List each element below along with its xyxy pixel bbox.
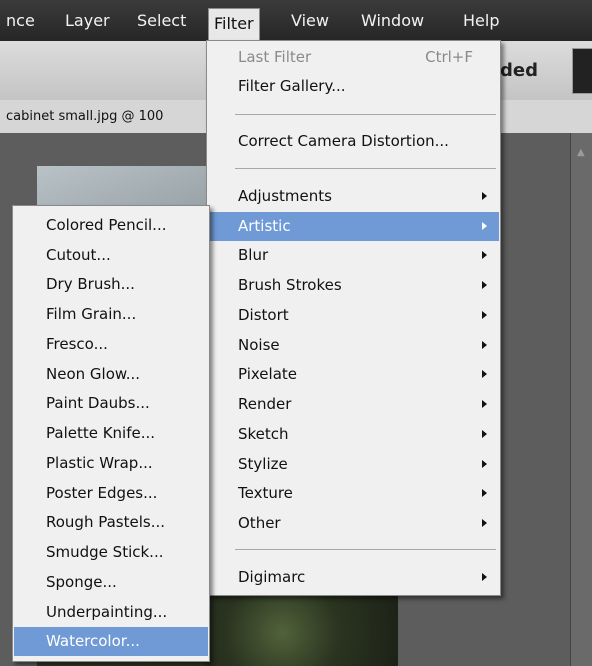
menu-item-digimarc[interactable]: Digimarc: [208, 563, 499, 592]
menu-item-texture[interactable]: Texture: [208, 479, 499, 508]
filter-menu: Last Filter Ctrl+F Filter Gallery... Cor…: [206, 40, 501, 596]
film-grain-label: Film Grain...: [46, 305, 137, 323]
paint-daubs-label: Paint Daubs...: [46, 394, 150, 412]
mode-label[interactable]: ded: [500, 41, 538, 100]
menu-filter[interactable]: Filter: [208, 8, 260, 40]
submenu-item-neon-glow[interactable]: Neon Glow...: [14, 360, 208, 389]
menu-enhance[interactable]: nce: [6, 0, 35, 41]
scroll-up-icon[interactable]: ▲: [577, 147, 585, 158]
cutout-label: Cutout...: [46, 246, 111, 264]
artistic-submenu: Colored Pencil... Cutout... Dry Brush...…: [12, 205, 210, 662]
submenu-arrow-icon: [482, 370, 487, 378]
menu-item-filter-gallery[interactable]: Filter Gallery...: [208, 72, 499, 101]
submenu-item-palette-knife[interactable]: Palette Knife...: [14, 419, 208, 448]
submenu-item-cutout[interactable]: Cutout...: [14, 241, 208, 270]
neon-glow-label: Neon Glow...: [46, 365, 141, 383]
smudge-stick-label: Smudge Stick...: [46, 543, 164, 561]
menu-item-blur[interactable]: Blur: [208, 241, 499, 270]
blur-label: Blur: [238, 246, 269, 264]
render-label: Render: [238, 395, 292, 413]
submenu-arrow-icon: [482, 222, 487, 230]
menu-item-brush-strokes[interactable]: Brush Strokes: [208, 271, 499, 300]
submenu-arrow-icon: [482, 400, 487, 408]
submenu-arrow-icon: [482, 192, 487, 200]
stylize-label: Stylize: [238, 455, 288, 473]
rough-pastels-label: Rough Pastels...: [46, 513, 166, 531]
noise-label: Noise: [238, 336, 280, 354]
menu-item-adjustments[interactable]: Adjustments: [208, 182, 499, 211]
submenu-arrow-icon: [482, 519, 487, 527]
submenu-item-poster-edges[interactable]: Poster Edges...: [14, 479, 208, 508]
menu-item-artistic[interactable]: Artistic: [208, 212, 499, 241]
menu-item-distort[interactable]: Distort: [208, 301, 499, 330]
submenu-arrow-icon: [482, 573, 487, 581]
menu-bar: nce Layer Select Filter View Window Help: [0, 0, 592, 41]
submenu-arrow-icon: [482, 251, 487, 259]
submenu-arrow-icon: [482, 341, 487, 349]
dry-brush-label: Dry Brush...: [46, 275, 135, 293]
brush-strokes-label: Brush Strokes: [238, 276, 342, 294]
distort-label: Distort: [238, 306, 289, 324]
plastic-wrap-label: Plastic Wrap...: [46, 454, 153, 472]
menu-item-last-filter: Last Filter Ctrl+F: [208, 43, 499, 72]
submenu-item-watercolor[interactable]: Watercolor...: [14, 627, 208, 656]
submenu-item-colored-pencil[interactable]: Colored Pencil...: [14, 211, 208, 240]
menu-separator: [235, 168, 496, 169]
menu-item-sketch[interactable]: Sketch: [208, 420, 499, 449]
menu-window[interactable]: Window: [361, 0, 424, 41]
correct-camera-distortion-label: Correct Camera Distortion...: [238, 132, 449, 150]
menu-separator: [235, 114, 496, 115]
submenu-arrow-icon: [482, 311, 487, 319]
digimarc-label: Digimarc: [238, 568, 306, 586]
artistic-label: Artistic: [238, 217, 291, 235]
submenu-item-rough-pastels[interactable]: Rough Pastels...: [14, 508, 208, 537]
poster-edges-label: Poster Edges...: [46, 484, 158, 502]
submenu-item-paint-daubs[interactable]: Paint Daubs...: [14, 389, 208, 418]
submenu-item-fresco[interactable]: Fresco...: [14, 330, 208, 359]
menu-item-render[interactable]: Render: [208, 390, 499, 419]
menu-layer[interactable]: Layer: [65, 0, 110, 41]
last-filter-label: Last Filter: [238, 48, 312, 66]
document-title: cabinet small.jpg @ 100: [6, 109, 164, 124]
sponge-label: Sponge...: [46, 573, 117, 591]
vertical-scrollbar[interactable]: ▲: [570, 133, 592, 666]
submenu-item-dry-brush[interactable]: Dry Brush...: [14, 270, 208, 299]
menu-help[interactable]: Help: [463, 0, 499, 41]
menu-view[interactable]: View: [291, 0, 329, 41]
menu-select[interactable]: Select: [137, 0, 186, 41]
menu-item-correct-camera-distortion[interactable]: Correct Camera Distortion...: [208, 127, 499, 156]
fresco-label: Fresco...: [46, 335, 108, 353]
adjustments-label: Adjustments: [238, 187, 332, 205]
menu-separator: [235, 549, 496, 550]
submenu-item-smudge-stick[interactable]: Smudge Stick...: [14, 538, 208, 567]
watercolor-label: Watercolor...: [46, 632, 140, 650]
menu-item-pixelate[interactable]: Pixelate: [208, 360, 499, 389]
filter-gallery-label: Filter Gallery...: [238, 77, 346, 95]
colored-pencil-label: Colored Pencil...: [46, 216, 167, 234]
palette-knife-label: Palette Knife...: [46, 424, 156, 442]
sketch-label: Sketch: [238, 425, 289, 443]
texture-label: Texture: [238, 484, 293, 502]
submenu-arrow-icon: [482, 489, 487, 497]
submenu-arrow-icon: [482, 460, 487, 468]
menu-item-stylize[interactable]: Stylize: [208, 450, 499, 479]
submenu-item-plastic-wrap[interactable]: Plastic Wrap...: [14, 449, 208, 478]
submenu-item-underpainting[interactable]: Underpainting...: [14, 598, 208, 627]
pixelate-label: Pixelate: [238, 365, 297, 383]
last-filter-shortcut: Ctrl+F: [425, 48, 473, 66]
underpainting-label: Underpainting...: [46, 603, 168, 621]
mode-button[interactable]: [572, 48, 592, 94]
menu-item-noise[interactable]: Noise: [208, 331, 499, 360]
submenu-item-film-grain[interactable]: Film Grain...: [14, 300, 208, 329]
submenu-arrow-icon: [482, 281, 487, 289]
menu-item-other[interactable]: Other: [208, 509, 499, 538]
submenu-arrow-icon: [482, 430, 487, 438]
other-label: Other: [238, 514, 281, 532]
submenu-item-sponge[interactable]: Sponge...: [14, 568, 208, 597]
